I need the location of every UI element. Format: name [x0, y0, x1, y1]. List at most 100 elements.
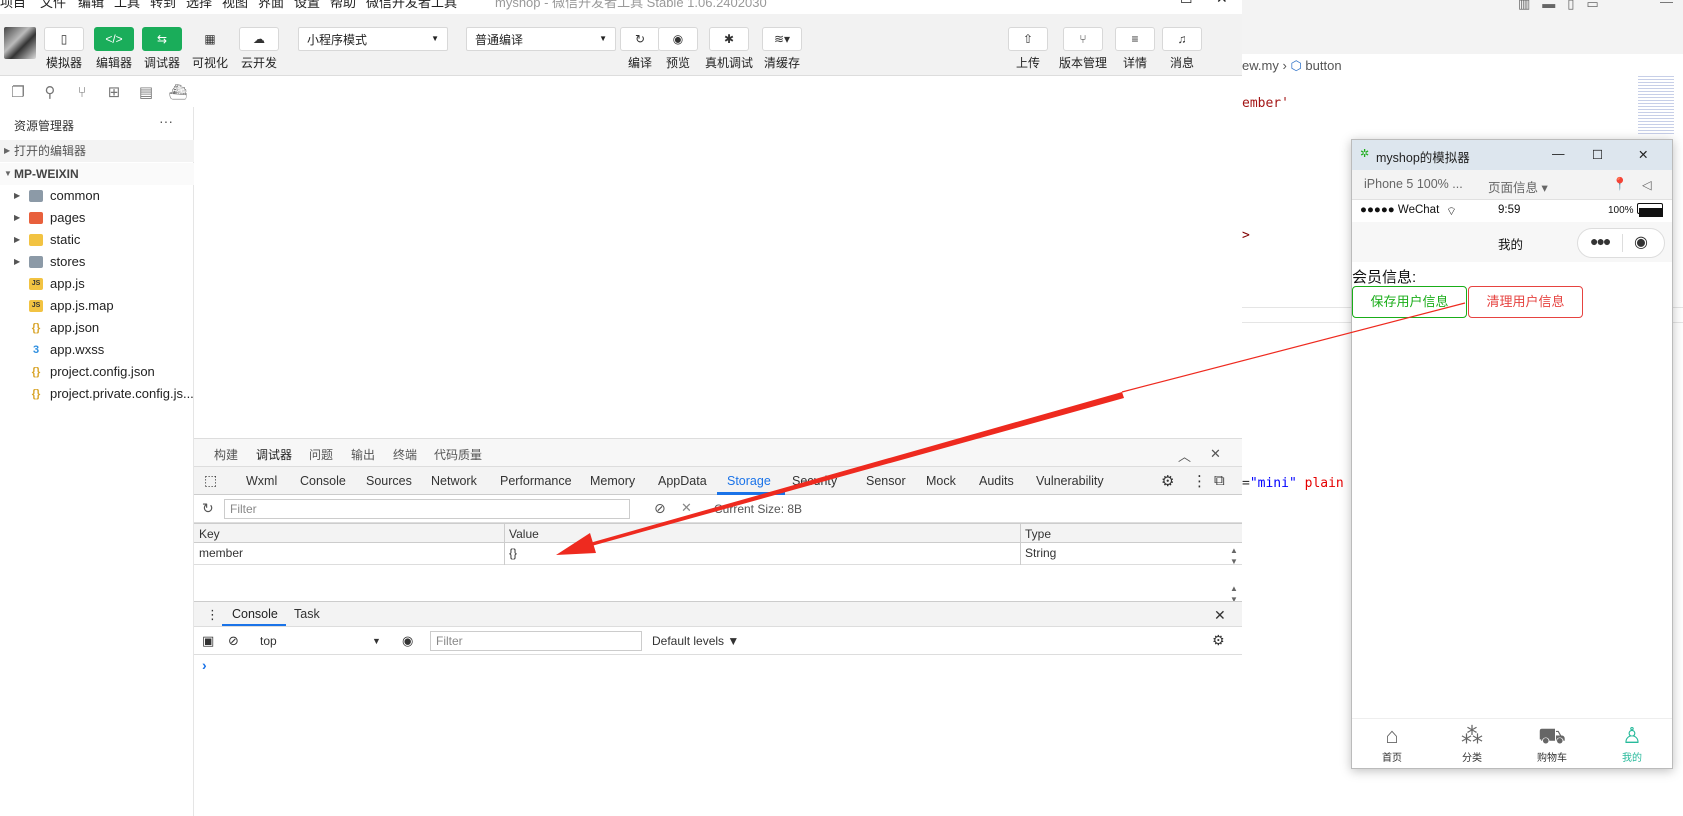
tab-cart[interactable]: ⛟ 购物车 — [1522, 723, 1582, 764]
console-prompt[interactable]: › — [202, 657, 207, 673]
tab-code-quality[interactable]: 代码质量 — [434, 446, 482, 463]
files-icon[interactable]: ❐ — [2, 77, 34, 107]
menu-item-wechat-devtools[interactable]: 微信开发者工具 — [366, 0, 457, 11]
tree-item-common[interactable]: ▶ common — [0, 185, 194, 207]
column-key[interactable]: Key — [199, 527, 220, 541]
tab-storage[interactable]: Storage — [727, 474, 771, 488]
tab-audits[interactable]: Audits — [979, 474, 1014, 488]
preview-button[interactable]: ◉ 预览 — [658, 27, 698, 71]
column-value[interactable]: Value — [509, 527, 539, 541]
debugger-toggle-button[interactable]: ⇆ 调试器 — [140, 27, 184, 71]
layout-controls[interactable]: ▥▬▯▭ — [1518, 0, 1611, 12]
clear-icon[interactable]: ✕ — [681, 500, 692, 516]
tab-drawer-task[interactable]: Task — [294, 607, 320, 621]
menu-item-edit[interactable]: 编辑 — [78, 0, 104, 11]
search-icon[interactable]: ⚲ — [34, 77, 66, 107]
tree-item-app-js-map[interactable]: JS app.js.map — [0, 295, 194, 317]
tab-network[interactable]: Network — [431, 474, 477, 488]
menu-item-file[interactable]: 文件 — [40, 0, 66, 11]
storage-filter-input[interactable]: Filter — [224, 499, 630, 519]
more-icon[interactable]: ●●● — [1590, 233, 1611, 249]
code-line[interactable]: ember' — [1242, 96, 1289, 111]
target-icon[interactable]: ◉ — [1634, 232, 1648, 252]
row-key[interactable]: member — [199, 546, 243, 560]
minimize-icon[interactable]: — — [1660, 0, 1673, 9]
compile-button[interactable]: ↻ 编译 — [620, 27, 660, 71]
console-filter-input[interactable]: Filter — [430, 631, 642, 651]
tab-sensor[interactable]: Sensor — [866, 474, 906, 488]
page-info-button[interactable]: 页面信息 ▾ — [1488, 177, 1548, 196]
refresh-icon[interactable]: ↻ — [202, 500, 214, 517]
tree-item-project-private-config[interactable]: {} project.private.config.js... — [0, 383, 194, 405]
tab-terminal[interactable]: 终端 — [393, 446, 417, 463]
levels-select[interactable]: Default levels ▼ — [652, 634, 739, 648]
tab-console[interactable]: Console — [300, 474, 346, 488]
gear-icon[interactable]: ⚙ — [1212, 632, 1225, 649]
inspect-icon[interactable]: ⬚ — [204, 472, 217, 489]
close-icon[interactable]: ✕ — [1210, 446, 1221, 462]
kebab-icon[interactable]: ⋮ — [206, 607, 219, 623]
tree-item-app-wxss[interactable]: 3 app.wxss — [0, 339, 194, 361]
tree-item-stores[interactable]: ▶ stores — [0, 251, 194, 273]
details-button[interactable]: ≡ 详情 — [1115, 27, 1155, 71]
context-select[interactable]: top — [260, 634, 277, 648]
column-divider[interactable] — [1020, 523, 1021, 565]
tree-item-static[interactable]: ▶ static — [0, 229, 194, 251]
storage-icon[interactable]: ▤ — [130, 77, 162, 107]
tab-debugger[interactable]: 调试器 — [256, 446, 293, 469]
tab-mine[interactable]: ♙ 我的 — [1602, 723, 1662, 764]
menu-item-select[interactable]: 选择 — [186, 0, 212, 11]
avatar[interactable] — [4, 27, 36, 59]
extensions-icon[interactable]: ⊞ — [98, 77, 130, 107]
menu-item-interface[interactable]: 界面 — [258, 0, 284, 11]
simulator-toggle-button[interactable]: ▯ 模拟器 — [44, 27, 84, 71]
minimize-icon[interactable]: — — [1552, 147, 1565, 161]
tab-problems[interactable]: 问题 — [309, 446, 333, 463]
block-icon[interactable]: ⊘ — [654, 500, 666, 517]
code-line[interactable]: > — [1242, 228, 1250, 243]
block-icon[interactable]: ⊘ — [228, 633, 239, 649]
menu-item-help[interactable]: 帮助 — [330, 0, 356, 11]
row-value[interactable]: {} — [509, 546, 517, 560]
tree-item-app-js[interactable]: JS app.js — [0, 273, 194, 295]
tab-vulnerability[interactable]: Vulnerability — [1036, 474, 1104, 488]
tree-item-project-config[interactable]: {} project.config.json — [0, 361, 194, 383]
upload-button[interactable]: ⇧ 上传 — [1008, 27, 1048, 71]
menu-item-view[interactable]: 视图 — [222, 0, 248, 11]
cloud-dev-button[interactable]: ☁ 云开发 — [237, 27, 281, 71]
menu-item-goto[interactable]: 转到 — [150, 0, 176, 11]
tree-item-app-json[interactable]: {} app.json — [0, 317, 194, 339]
source-control-icon[interactable]: ⑂ — [66, 77, 98, 107]
tab-sources[interactable]: Sources — [366, 474, 412, 488]
capsule-button[interactable]: ●●● ◉ — [1577, 228, 1665, 258]
docker-icon[interactable]: ⛴ — [162, 77, 194, 107]
code-line[interactable]: ="mini" plain t — [1242, 476, 1359, 491]
visual-toggle-button[interactable]: ▦ 可视化 — [188, 27, 232, 71]
close-icon[interactable]: ✕ — [1216, 0, 1228, 7]
maximize-icon[interactable]: ☐ — [1592, 147, 1603, 162]
tab-performance[interactable]: Performance — [500, 474, 572, 488]
tab-security[interactable]: Security — [792, 474, 837, 488]
mode-select[interactable]: 小程序模式 ▼ — [298, 27, 448, 51]
project-section[interactable]: ▼ MP-WEIXIN — [0, 163, 194, 185]
gear-icon[interactable]: ⚙ — [1161, 472, 1174, 490]
open-editors-section[interactable]: ▶ 打开的编辑器 — [0, 140, 194, 162]
row-type[interactable]: String — [1025, 546, 1056, 560]
chevron-up-icon[interactable]: ︿ — [1178, 446, 1191, 465]
save-user-button[interactable]: 保存用户信息 — [1352, 286, 1467, 318]
tab-mock[interactable]: Mock — [926, 474, 956, 488]
tab-memory[interactable]: Memory — [590, 474, 635, 488]
tab-appdata[interactable]: AppData — [658, 474, 707, 488]
menu-item-tools[interactable]: 工具 — [114, 0, 140, 11]
compile-select[interactable]: 普通编译 ▼ — [466, 27, 616, 51]
menu-item-settings[interactable]: 设置 — [294, 0, 320, 11]
sound-icon[interactable]: ◁ — [1642, 177, 1652, 192]
tab-build[interactable]: 构建 — [214, 446, 238, 463]
table-row[interactable]: member {} String — [194, 543, 1242, 565]
close-icon[interactable]: ✕ — [1214, 607, 1226, 624]
editor-toggle-button[interactable]: </> 编辑器 — [92, 27, 136, 71]
sidebar-toggle-icon[interactable]: ▣ — [202, 633, 214, 649]
version-manage-button[interactable]: ⑂ 版本管理 — [1056, 27, 1110, 71]
messages-button[interactable]: ♫ 消息 — [1162, 27, 1202, 71]
eye-icon[interactable]: ◉ — [402, 633, 413, 649]
